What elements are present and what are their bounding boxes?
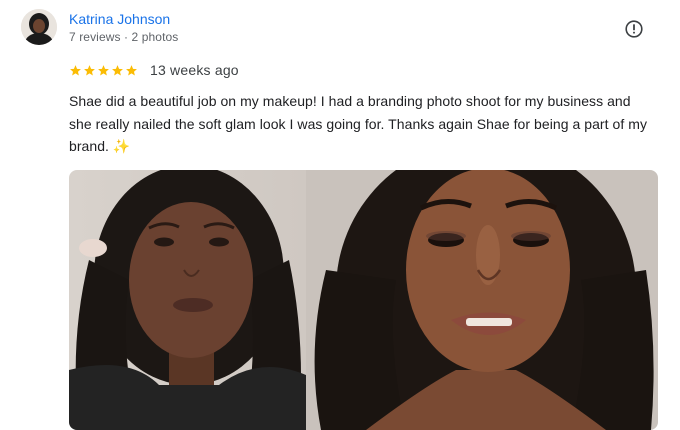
star-icon <box>70 64 81 75</box>
star-icon <box>112 64 123 75</box>
before-photo[interactable] <box>69 170 306 430</box>
star-icon <box>98 64 109 75</box>
reviewer-avatar[interactable] <box>21 9 57 45</box>
avatar-image <box>21 9 57 45</box>
reviewer-meta: 7 reviews · 2 photos <box>69 30 179 44</box>
star-icon <box>84 64 95 75</box>
report-flag-icon[interactable] <box>625 20 643 38</box>
after-photo[interactable] <box>306 170 658 430</box>
star-icon <box>126 64 137 75</box>
review-photos <box>69 170 658 430</box>
star-rating <box>69 64 138 77</box>
review-date: 13 weeks ago <box>150 62 239 78</box>
reviewer-name[interactable]: Katrina Johnson <box>69 11 170 27</box>
review-text: Shae did a beautiful job on my makeup! I… <box>69 93 647 154</box>
rating-row: 13 weeks ago <box>69 61 239 79</box>
